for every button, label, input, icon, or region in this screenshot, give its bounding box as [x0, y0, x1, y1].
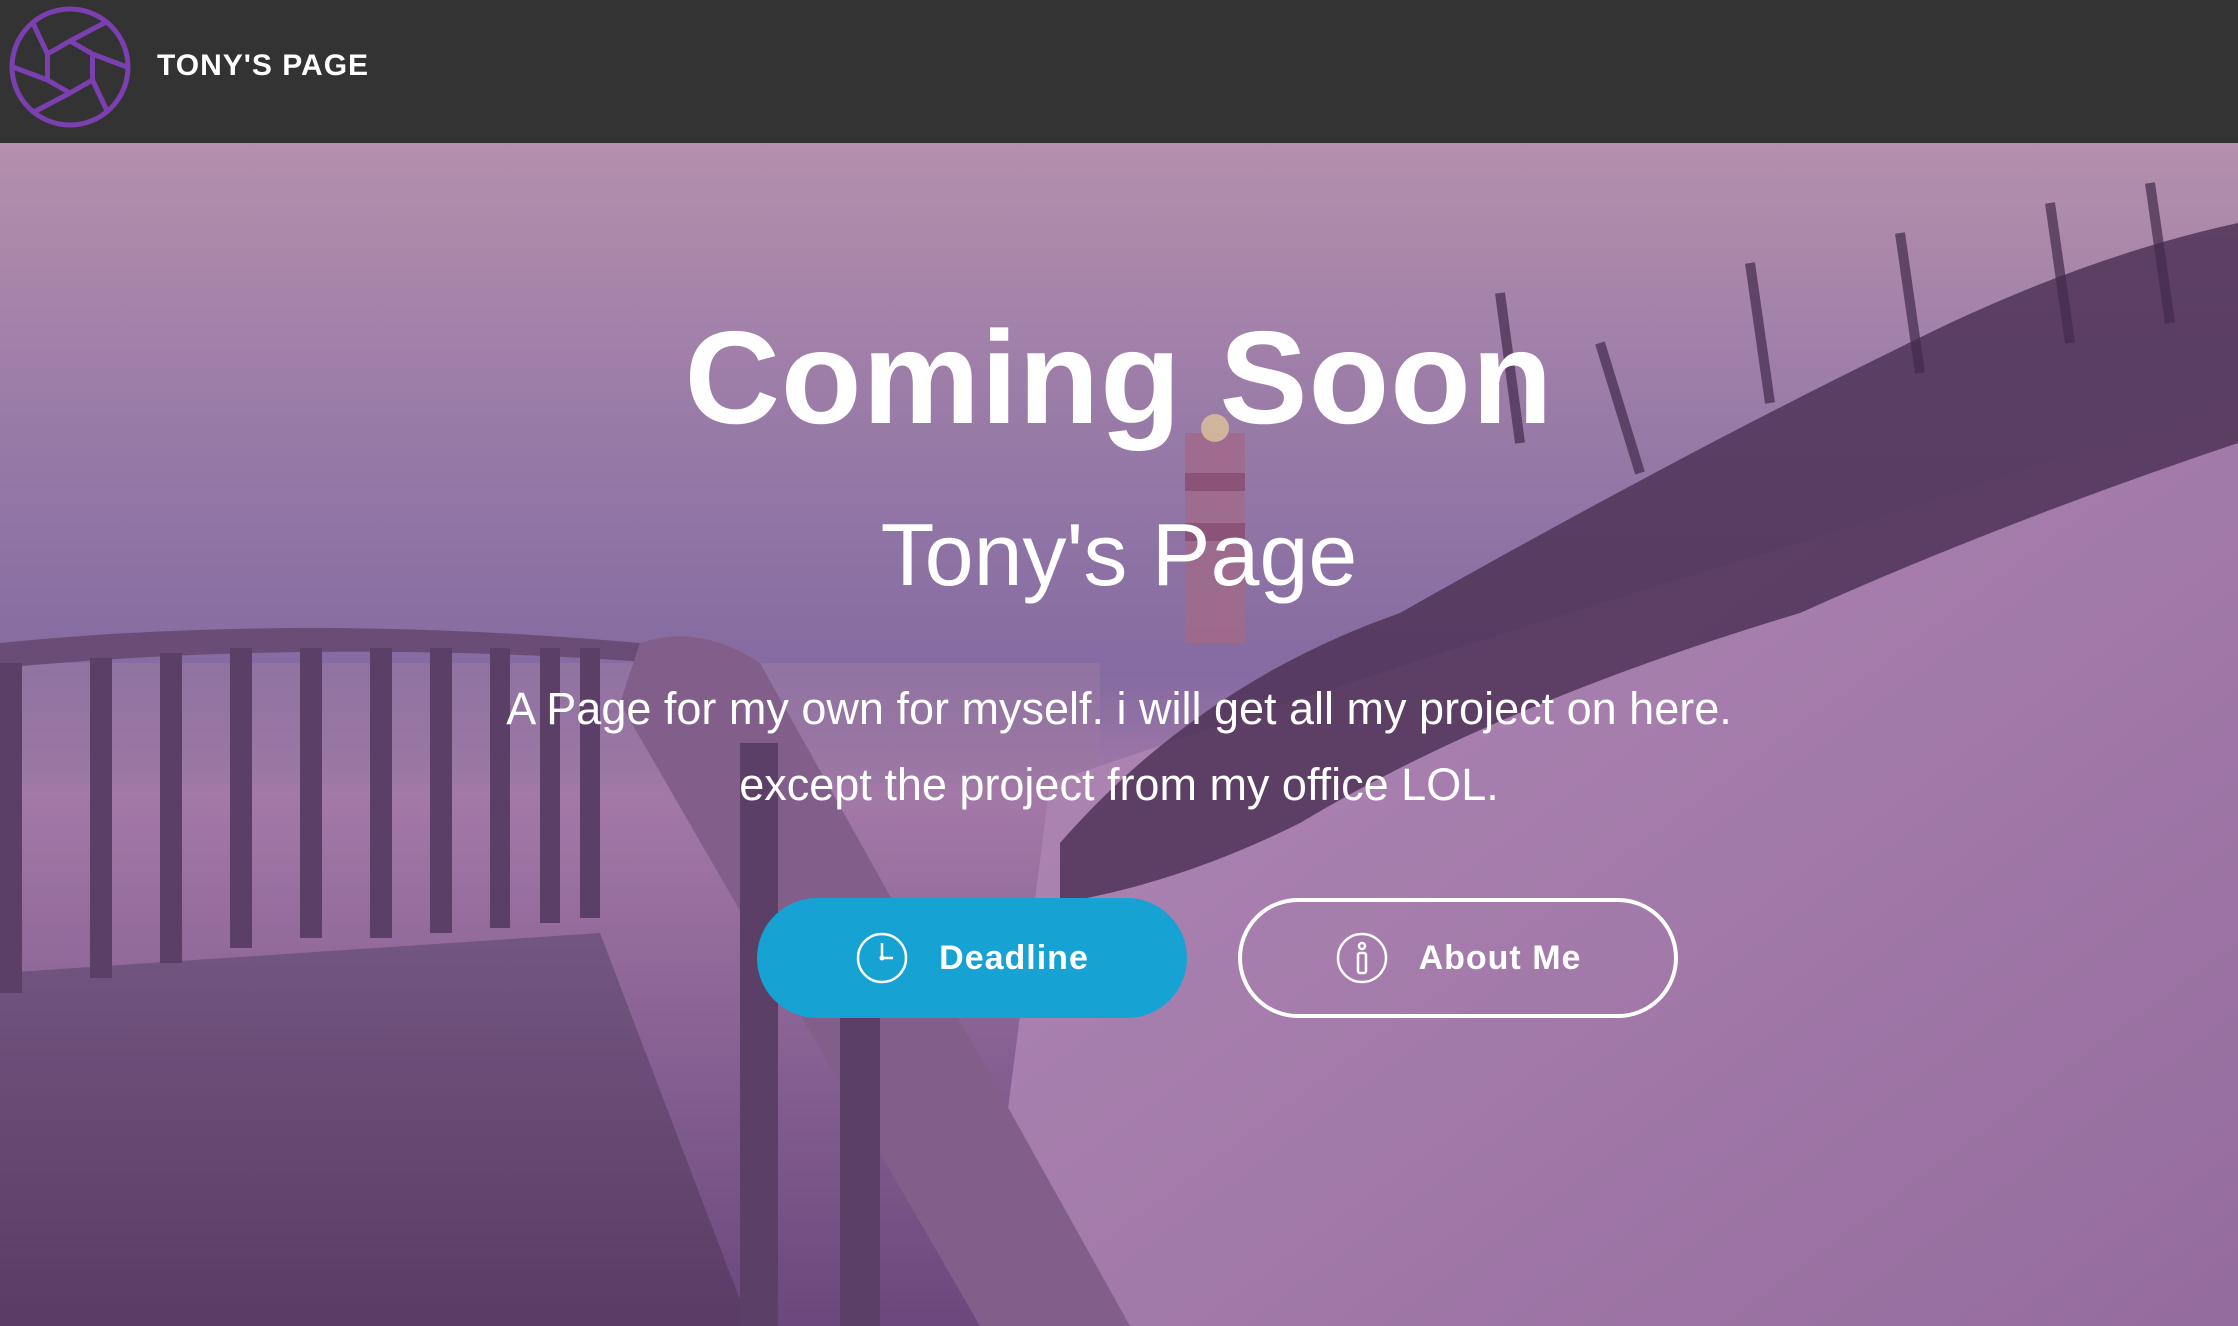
about-me-button-label: About Me — [1418, 938, 1582, 977]
hero-title: Coming Soon — [684, 304, 1554, 451]
deadline-button-label: Deadline — [939, 938, 1089, 977]
hero-subtitle: Tony's Page — [880, 505, 1358, 604]
hero-description: A Page for my own for myself. i will get… — [0, 671, 2238, 823]
about-me-button[interactable]: About Me — [1238, 898, 1678, 1018]
clock-icon — [856, 932, 908, 984]
deadline-button[interactable]: Deadline — [757, 898, 1187, 1018]
hero-description-line: except the project from my office LOL. — [739, 759, 1499, 810]
hero-section: Coming Soon Tony's Page A Page for my ow… — [0, 143, 2238, 1326]
info-icon — [1336, 932, 1387, 984]
top-navbar: TONY'S PAGE — [0, 0, 2238, 143]
hero-description-line: A Page for my own for myself. i will get… — [506, 683, 1732, 734]
brand-name[interactable]: TONY'S PAGE — [157, 46, 369, 86]
camera-aperture-icon[interactable] — [8, 5, 132, 129]
